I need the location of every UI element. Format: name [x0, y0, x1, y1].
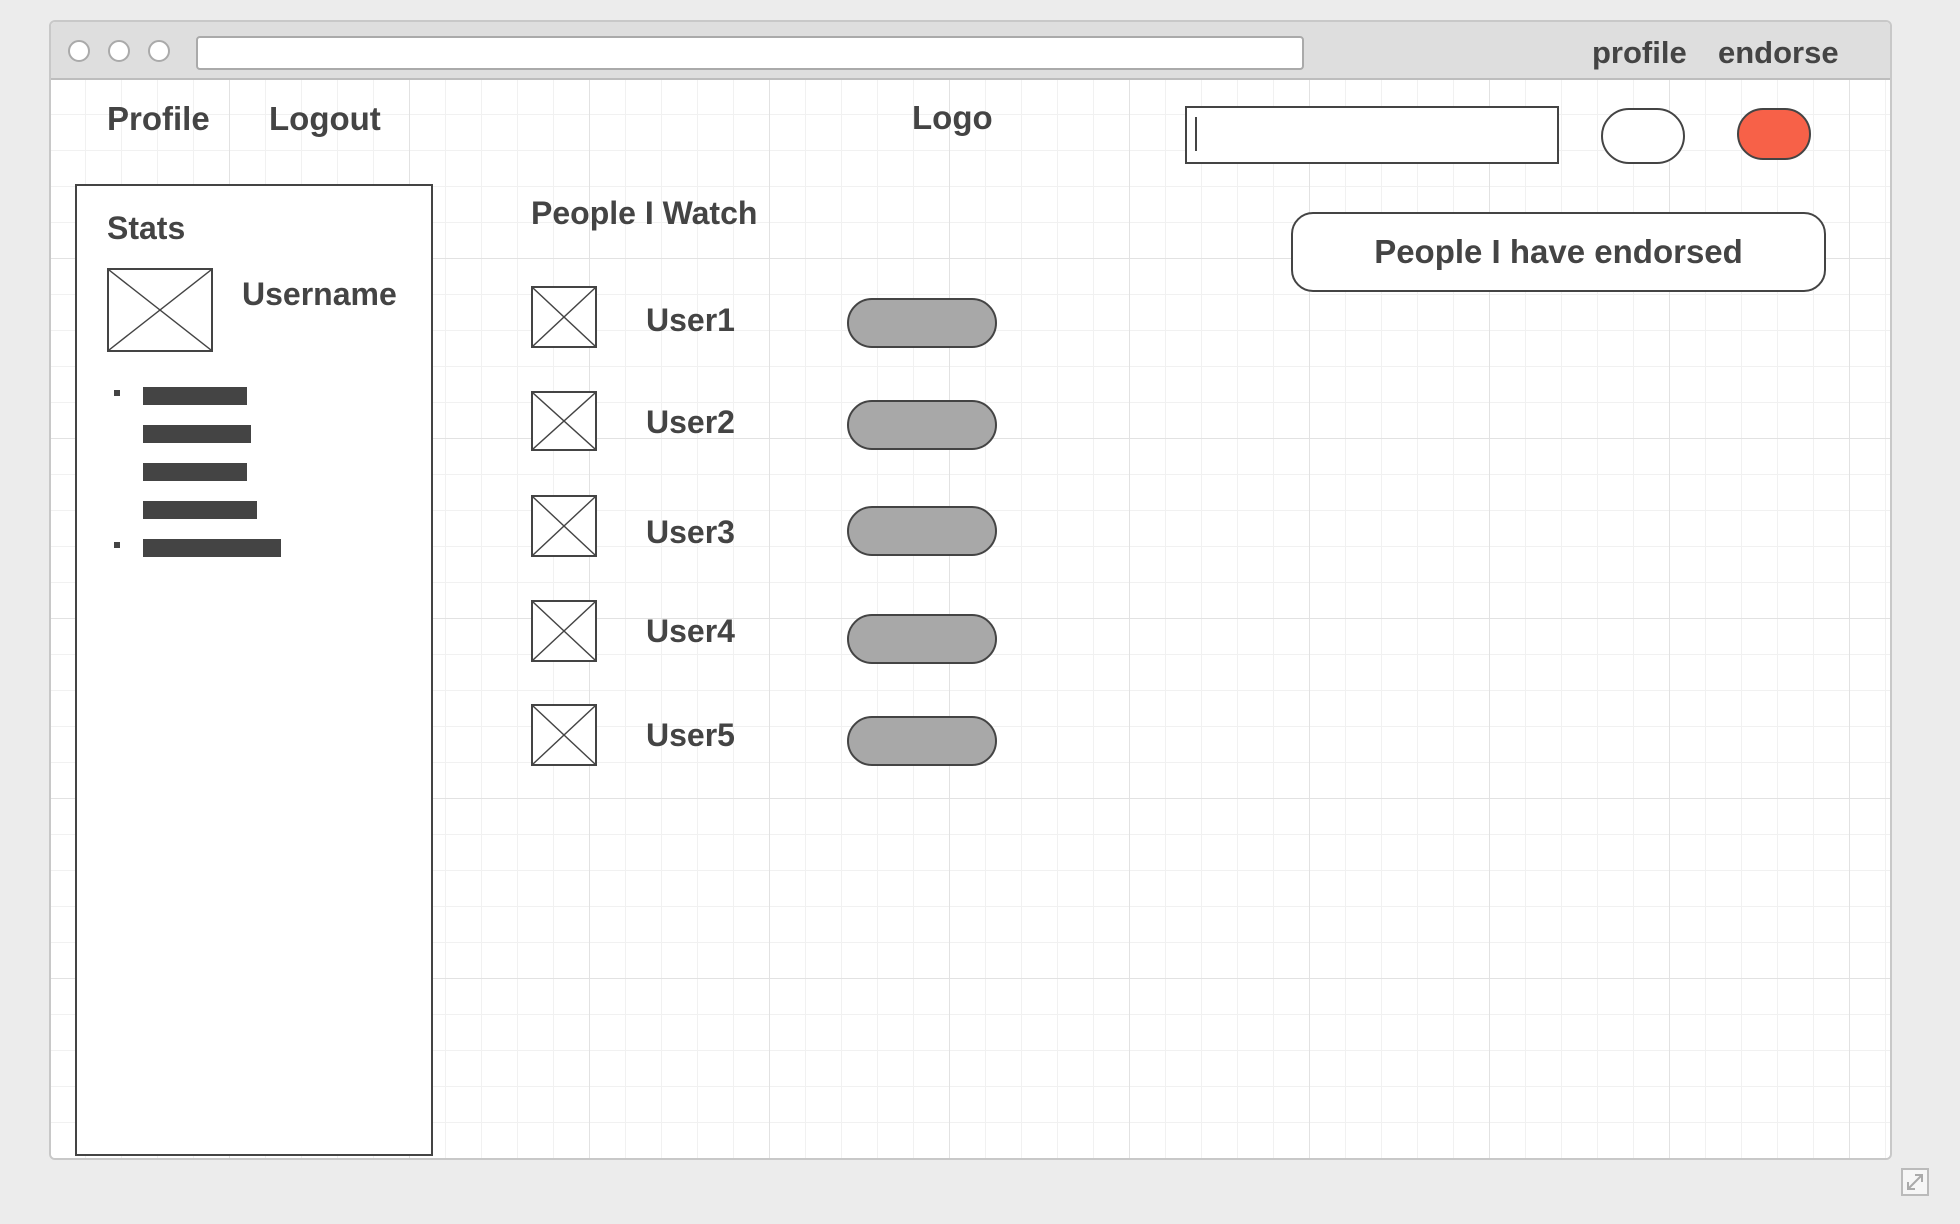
- user-avatar-placeholder: [531, 704, 597, 766]
- user-action-button[interactable]: [847, 614, 997, 664]
- maximize-window-button[interactable]: [148, 40, 170, 62]
- user-name: User2: [646, 404, 735, 440]
- stat-line-placeholder: [143, 463, 247, 481]
- expand-icon: [1907, 1174, 1923, 1190]
- image-placeholder-icon: [533, 497, 595, 555]
- text-cursor: [1195, 117, 1197, 151]
- people-endorsed-label: People I have endorsed: [1374, 233, 1743, 270]
- top-link-profile[interactable]: profile: [1592, 35, 1687, 71]
- address-bar[interactable]: [196, 36, 1304, 70]
- user-action-button[interactable]: [847, 716, 997, 766]
- search-button[interactable]: [1601, 108, 1685, 164]
- resize-handle-icon[interactable]: [1901, 1168, 1929, 1196]
- list-bullet: [114, 390, 120, 396]
- user-action-button[interactable]: [847, 506, 997, 556]
- user-action-button[interactable]: [847, 298, 997, 348]
- stats-panel: Stats Username: [75, 184, 433, 1156]
- close-window-button[interactable]: [68, 40, 90, 62]
- stat-line-placeholder: [143, 501, 257, 519]
- image-placeholder-icon: [109, 270, 211, 350]
- logo: Logo: [912, 99, 993, 136]
- title-bar: profile endorse: [51, 22, 1890, 80]
- minimize-window-button[interactable]: [108, 40, 130, 62]
- stat-line-placeholder: [143, 387, 247, 405]
- people-i-watch-heading: People I Watch: [531, 195, 758, 231]
- search-input[interactable]: [1185, 106, 1559, 164]
- user-action-button[interactable]: [847, 400, 997, 450]
- endorse-action-button[interactable]: [1737, 108, 1811, 160]
- top-link-endorse[interactable]: endorse: [1718, 35, 1839, 71]
- browser-window: profile endorse Profile Logout Logo Stat…: [49, 20, 1892, 1160]
- stat-line-placeholder: [143, 539, 281, 557]
- stat-line-placeholder: [143, 425, 251, 443]
- people-endorsed-button[interactable]: People I have endorsed: [1291, 212, 1826, 292]
- nav-profile-link[interactable]: Profile: [107, 100, 210, 138]
- username-label: Username: [242, 276, 397, 312]
- user-name: User1: [646, 302, 735, 338]
- nav-logout-link[interactable]: Logout: [269, 100, 381, 138]
- image-placeholder-icon: [533, 393, 595, 449]
- page-canvas: Profile Logout Logo Stats Username Peopl…: [51, 80, 1890, 1158]
- user-avatar-placeholder: [531, 600, 597, 662]
- image-placeholder-icon: [533, 602, 595, 660]
- user-name: User4: [646, 613, 735, 649]
- image-placeholder-icon: [533, 288, 595, 346]
- stats-title: Stats: [107, 210, 186, 246]
- image-placeholder-icon: [533, 706, 595, 764]
- user-avatar-placeholder: [531, 286, 597, 348]
- user-avatar-placeholder: [531, 495, 597, 557]
- user-avatar-placeholder: [531, 391, 597, 451]
- avatar-placeholder: [107, 268, 213, 352]
- user-name: User5: [646, 717, 735, 753]
- user-name: User3: [646, 514, 735, 550]
- list-bullet: [114, 542, 120, 548]
